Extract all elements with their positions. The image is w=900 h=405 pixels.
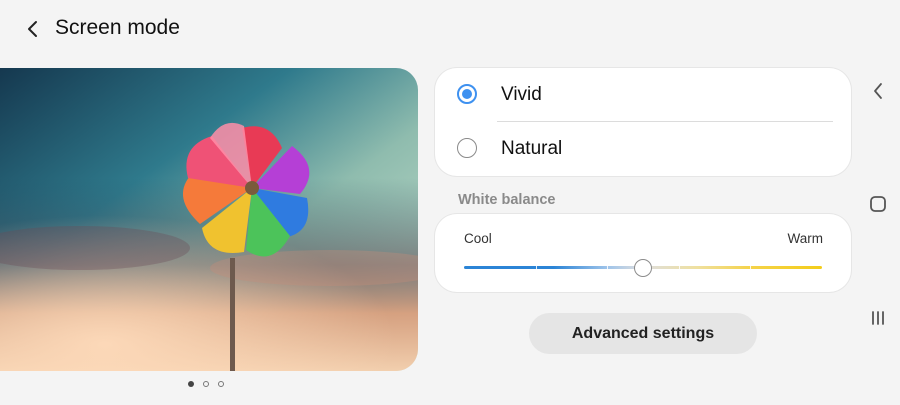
page-indicator bbox=[188, 381, 224, 387]
radio-button[interactable] bbox=[457, 138, 477, 158]
white-balance-heading: White balance bbox=[458, 192, 556, 208]
nav-home-button[interactable] bbox=[865, 191, 891, 217]
nav-recents-button[interactable] bbox=[865, 305, 891, 331]
warm-label: Warm bbox=[787, 231, 824, 246]
page-title: Screen mode bbox=[55, 16, 180, 39]
slider-tick bbox=[750, 265, 752, 270]
page-dot[interactable] bbox=[218, 381, 224, 387]
white-balance-card: Cool Warm bbox=[435, 214, 851, 292]
radio-button-selected[interactable] bbox=[457, 84, 477, 104]
slider-tick bbox=[678, 265, 680, 270]
page-dot-active[interactable] bbox=[188, 381, 194, 387]
chevron-left-icon bbox=[28, 21, 37, 37]
advanced-settings-button[interactable]: Advanced settings bbox=[529, 313, 757, 354]
nav-home-icon bbox=[870, 196, 886, 212]
page-dot[interactable] bbox=[203, 381, 209, 387]
slider-tick bbox=[607, 265, 609, 270]
vivid-label: Vivid bbox=[501, 84, 542, 105]
top-app-bar: Screen mode bbox=[0, 0, 860, 58]
nav-recents-icon bbox=[872, 311, 884, 325]
natural-label: Natural bbox=[501, 138, 563, 159]
nav-back-button[interactable] bbox=[865, 78, 891, 104]
natural-option[interactable]: Natural bbox=[435, 122, 851, 176]
white-balance-slider[interactable] bbox=[464, 258, 822, 277]
vivid-option[interactable]: Vivid bbox=[435, 68, 851, 122]
slider-thumb[interactable] bbox=[634, 258, 652, 277]
screen-mode-card: Vivid Natural bbox=[435, 68, 851, 176]
cool-label: Cool bbox=[464, 231, 492, 246]
back-button[interactable] bbox=[18, 14, 48, 44]
nav-back-icon bbox=[874, 83, 882, 99]
slider-tick bbox=[535, 265, 537, 270]
preview-image bbox=[0, 68, 418, 371]
